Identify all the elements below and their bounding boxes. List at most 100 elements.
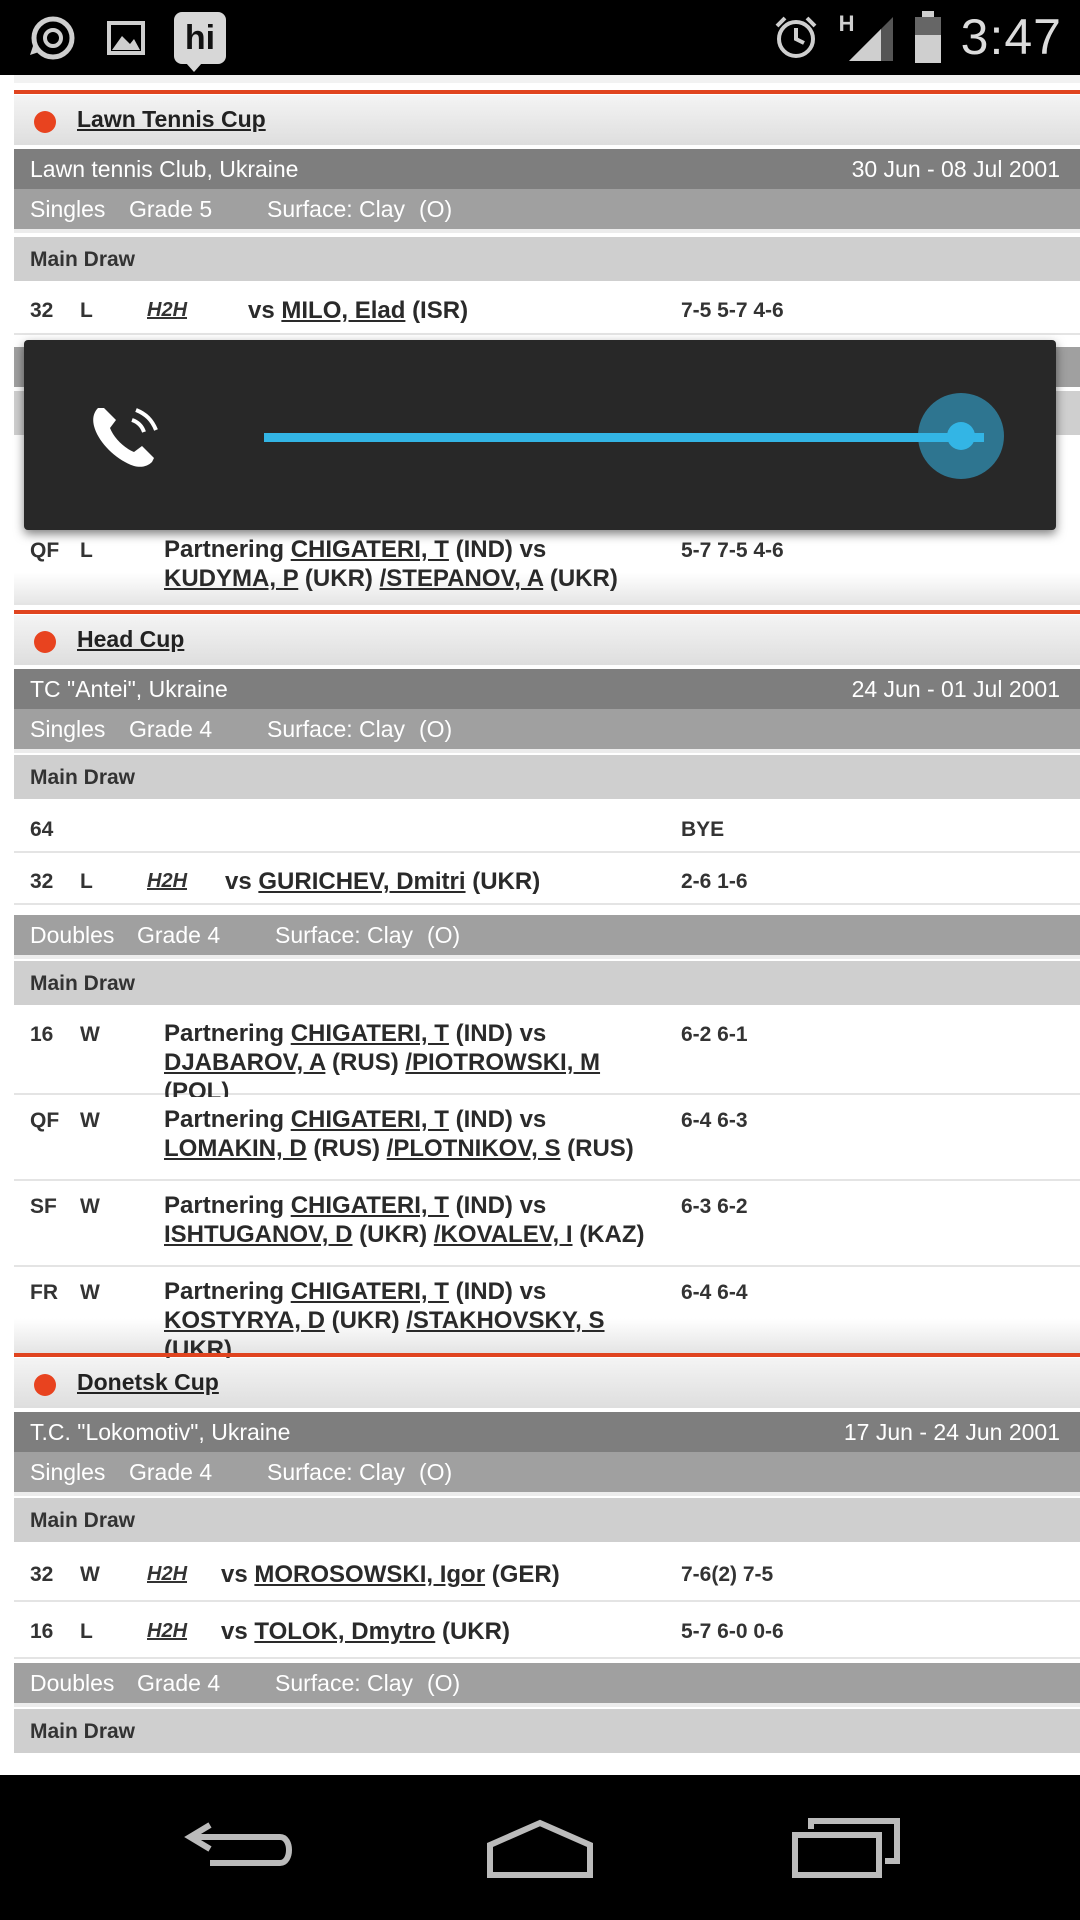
opponent-country: (UKR) xyxy=(549,565,618,592)
opponent-link[interactable]: /KOVALEV, I xyxy=(434,1221,573,1248)
hi-app-label: hi xyxy=(184,18,216,57)
partner-link[interactable]: CHIGATERI, T xyxy=(291,1278,449,1305)
tournament-link[interactable]: Lawn Tennis Cup xyxy=(77,106,266,133)
opponent-link[interactable]: LOMAKIN, D xyxy=(164,1135,307,1162)
match-row: SF W Partnering CHIGATERI, T (IND) vs IS… xyxy=(14,1183,1080,1267)
draw-label: Main Draw xyxy=(30,766,136,789)
partner-link[interactable]: CHIGATERI, T xyxy=(291,1106,449,1133)
section-divider xyxy=(14,1353,1080,1357)
match-round: 32 xyxy=(30,299,54,322)
match-description: Partnering CHIGATERI, T (IND) vs DJABARO… xyxy=(164,1019,664,1106)
opponent-link[interactable]: GURICHEV, Dmitri xyxy=(258,868,465,895)
opponent-country: (KAZ) xyxy=(579,1221,645,1248)
event-row: Singles Grade 4 Surface: Clay (O) xyxy=(14,1452,1080,1492)
event-row: Singles Grade 5 Surface: Clay (O) xyxy=(14,189,1080,229)
home-icon[interactable] xyxy=(475,1805,605,1885)
opponent-link[interactable]: DJABAROV, A xyxy=(164,1049,325,1076)
opponent-link[interactable]: /STAKHOVSKY, S xyxy=(406,1307,604,1334)
match-description: vs MILO, Elad (ISR) xyxy=(248,296,468,325)
match-round: FR xyxy=(30,1281,58,1304)
h2h-link[interactable]: H2H xyxy=(147,299,187,322)
draw-label: Main Draw xyxy=(30,248,136,271)
match-result: L xyxy=(80,539,93,562)
vs-label: vs xyxy=(248,297,275,324)
match-description: Partnering CHIGATERI, T (IND) vs ISHTUGA… xyxy=(164,1191,664,1249)
image-icon xyxy=(107,21,145,55)
section-divider xyxy=(14,90,1080,94)
status-bar: hi H 3:47 xyxy=(0,0,1080,75)
match-row: QF W Partnering CHIGATERI, T (IND) vs LO… xyxy=(14,1097,1080,1181)
match-round: SF xyxy=(30,1195,57,1218)
match-description: vs GURICHEV, Dmitri (UKR) xyxy=(225,867,540,896)
tournament-dates: 24 Jun - 01 Jul 2001 xyxy=(851,676,1060,702)
event-grade: Grade 4 xyxy=(137,1670,221,1696)
match-row: 64 BYE xyxy=(14,805,1080,853)
match-score: 6-4 6-4 xyxy=(681,1281,748,1304)
match-score: 2-6 1-6 xyxy=(681,870,748,893)
match-score: 6-3 6-2 xyxy=(681,1195,748,1218)
partner-link[interactable]: CHIGATERI, T xyxy=(291,1192,449,1219)
opponent-link[interactable]: TOLOK, Dmytro xyxy=(254,1618,435,1645)
hi-app-icon: hi xyxy=(174,12,226,72)
match-description: vs TOLOK, Dmytro (UKR) xyxy=(221,1617,510,1646)
event-grade: Grade 4 xyxy=(137,922,221,948)
bullet-icon xyxy=(34,1374,56,1396)
tournament-link[interactable]: Donetsk Cup xyxy=(77,1369,219,1396)
opponent-link[interactable]: MILO, Elad xyxy=(281,297,405,324)
results-page[interactable]: Lawn Tennis Cup Lawn tennis Club, Ukrain… xyxy=(14,75,1080,1775)
section-divider xyxy=(14,610,1080,614)
match-score: 6-4 6-3 xyxy=(681,1109,748,1132)
event-io: (O) xyxy=(427,1670,461,1696)
partner-country: (IND) vs xyxy=(455,536,547,563)
h2h-link[interactable]: H2H xyxy=(147,870,187,893)
back-icon[interactable] xyxy=(180,1805,310,1885)
event-surface: Surface: Clay xyxy=(275,1670,414,1696)
h2h-link[interactable]: H2H xyxy=(147,1620,187,1643)
partner-prefix: Partnering xyxy=(164,1020,285,1047)
partner-country: (IND) vs xyxy=(455,1192,547,1219)
draw-header: Main Draw xyxy=(14,1498,1080,1542)
match-round: QF xyxy=(30,539,60,562)
partner-country: (IND) vs xyxy=(455,1106,547,1133)
navigation-bar xyxy=(0,1775,1080,1920)
opponent-country: (RUS) xyxy=(332,1049,399,1076)
recent-apps-icon[interactable] xyxy=(785,1805,915,1885)
bullet-icon xyxy=(34,631,56,653)
match-description: Partnering CHIGATERI, T (IND) vs KUDYMA,… xyxy=(164,535,654,593)
tournament-header: Head Cup xyxy=(14,615,1080,665)
event-row: Doubles Grade 4 Surface: Clay (O) xyxy=(14,1663,1080,1703)
partner-link[interactable]: CHIGATERI, T xyxy=(291,536,449,563)
opponent-link[interactable]: KOSTYRYA, D xyxy=(164,1307,325,1334)
draw-label: Main Draw xyxy=(30,1509,136,1532)
partner-link[interactable]: CHIGATERI, T xyxy=(291,1020,449,1047)
opponent-link[interactable]: ISHTUGANOV, D xyxy=(164,1221,352,1248)
opponent-link[interactable]: /STEPANOV, A xyxy=(380,565,544,592)
opponent-country: (UKR) xyxy=(441,1618,510,1645)
match-result: W xyxy=(80,1281,100,1304)
match-result: L xyxy=(80,299,93,322)
match-round: 16 xyxy=(30,1023,54,1046)
divider xyxy=(14,75,1080,83)
opponent-country: (UKR) xyxy=(331,1307,400,1334)
match-description: Partnering CHIGATERI, T (IND) vs KOSTYRY… xyxy=(164,1277,664,1364)
volume-slider-thumb[interactable] xyxy=(947,422,975,450)
match-row: 32 W H2H vs MOROSOWSKI, Igor (GER) 7-6(2… xyxy=(14,1548,1080,1602)
venue-row: T.C. "Lokomotiv", Ukraine 17 Jun - 24 Ju… xyxy=(14,1412,1080,1452)
opponent-link[interactable]: MOROSOWSKI, Igor xyxy=(254,1561,485,1588)
match-round: QF xyxy=(30,1109,60,1132)
divider xyxy=(14,229,1080,233)
h2h-link[interactable]: H2H xyxy=(147,1563,187,1586)
divider xyxy=(14,749,1080,753)
match-row: 16 W Partnering CHIGATERI, T (IND) vs DJ… xyxy=(14,1011,1080,1105)
opponent-country: (UKR) xyxy=(304,565,373,592)
tournament-link[interactable]: Head Cup xyxy=(77,626,184,653)
opponent-link[interactable]: /PIOTROWSKI, M xyxy=(405,1049,600,1076)
volume-slider-track[interactable] xyxy=(264,433,984,442)
opponent-country: (RUS) xyxy=(567,1135,634,1162)
event-grade: Grade 4 xyxy=(129,716,213,742)
match-result: W xyxy=(80,1563,100,1586)
opponent-link[interactable]: KUDYMA, P xyxy=(164,565,298,592)
opponent-link[interactable]: /PLOTNIKOV, S xyxy=(387,1135,561,1162)
partner-country: (IND) vs xyxy=(455,1278,547,1305)
volume-dialog[interactable] xyxy=(24,340,1056,530)
